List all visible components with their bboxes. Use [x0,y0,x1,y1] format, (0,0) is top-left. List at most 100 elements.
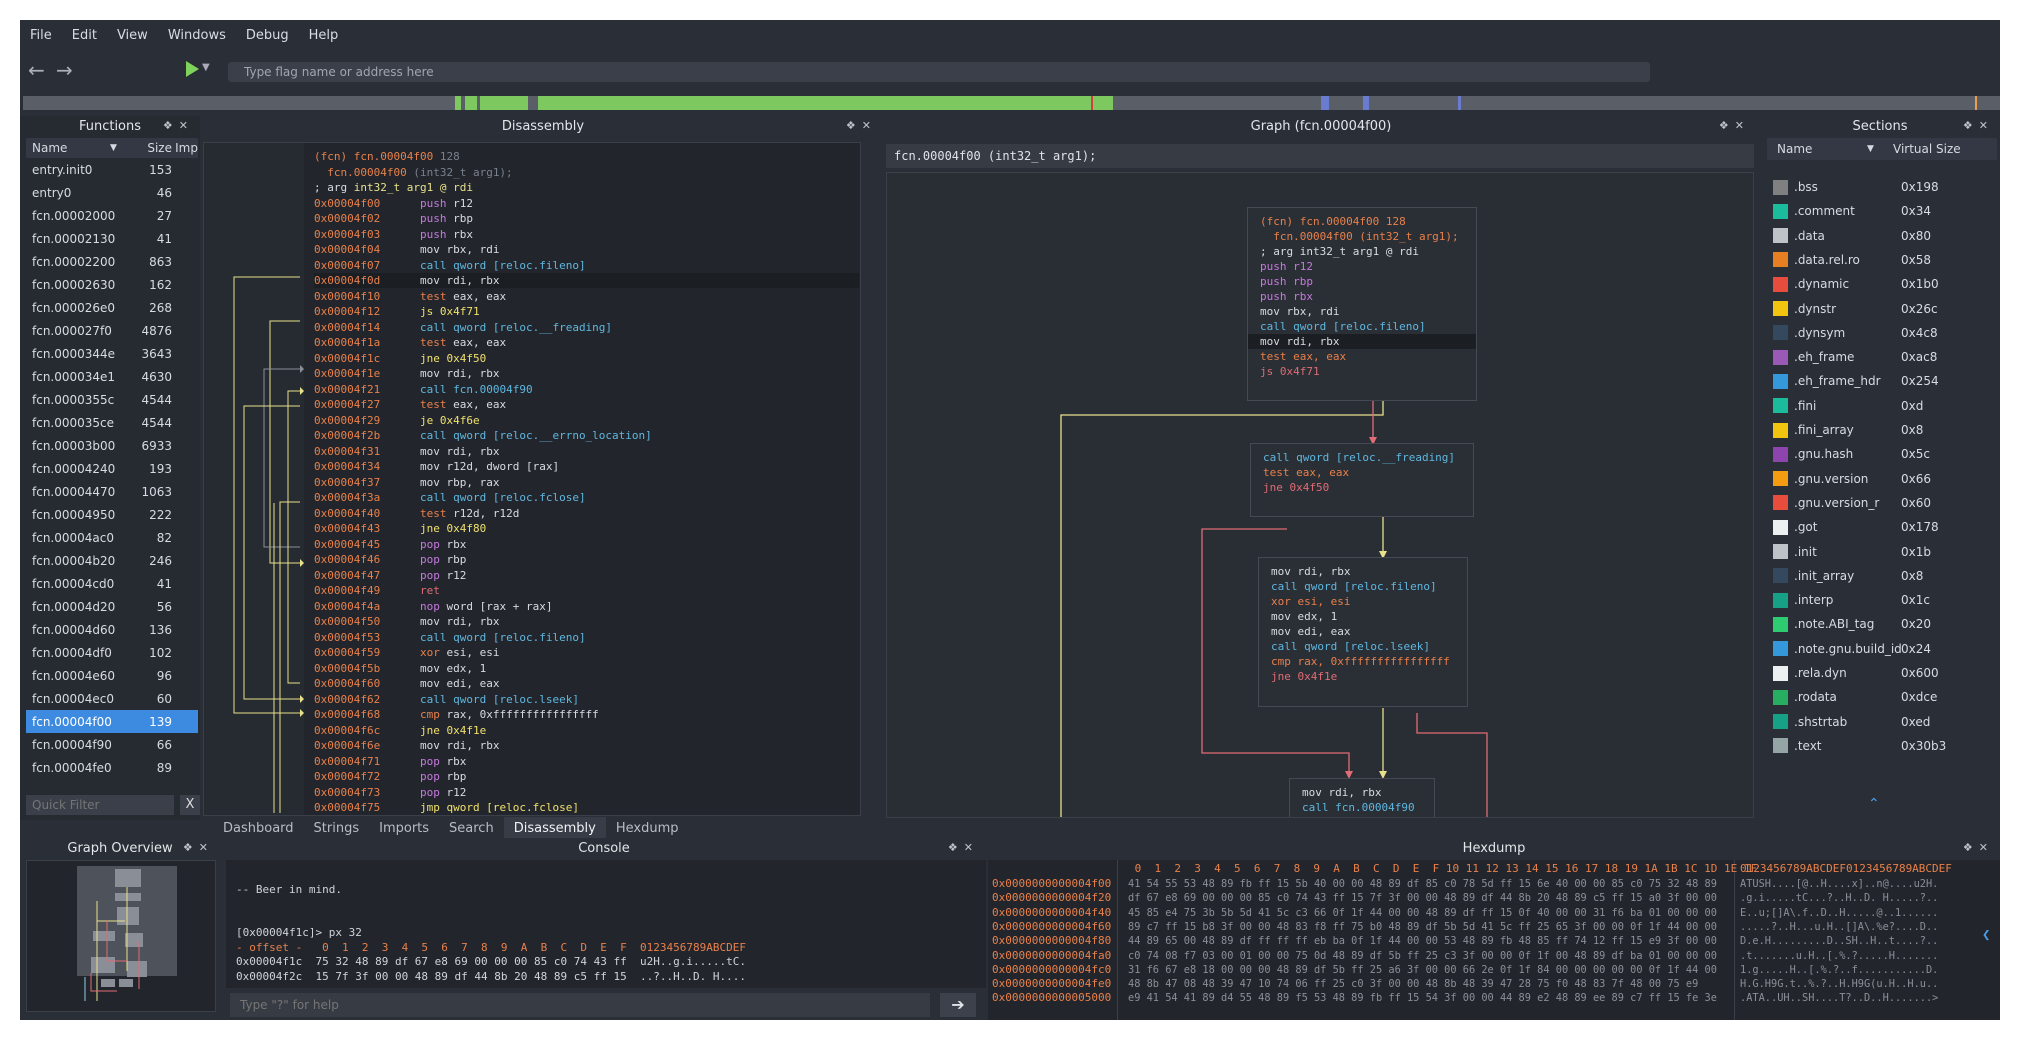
disasm-line[interactable]: 0x00004f71 pop rbx [314,754,859,769]
hexdump-view[interactable]: 0 1 2 3 4 5 6 7 8 9 A B C D E F 10 11 12… [988,860,2000,1020]
disasm-line[interactable]: 0x00004f49 ret [314,583,859,598]
function-row[interactable]: fcn.00004d20 56 [26,595,198,618]
disasm-line[interactable]: 0x00004f6e mov rdi, rbx [314,738,859,753]
address[interactable]: 0x00004f02 [314,212,380,225]
function-row[interactable]: fcn.00004f00 139 [26,710,198,733]
section-row[interactable]: .fini 0xd [1773,394,1998,418]
function-row[interactable]: fcn.00004fe0 89 [26,756,198,779]
disasm-line[interactable]: fcn.00004f00 (int32_t arg1); [314,165,859,180]
address[interactable]: 0x00004f46 [314,553,380,566]
disasm-line[interactable]: 0x00004f62 call qword [reloc.lseek] [314,692,859,707]
disasm-line[interactable]: 0x00004f14 call qword [reloc.__freading] [314,320,859,335]
address[interactable]: 0x00004f71 [314,755,380,768]
tab-imports[interactable]: Imports [369,817,439,840]
function-row[interactable]: fcn.00004240 193 [26,457,198,480]
hex-bytes[interactable]: 45 85 e4 75 3b 5b 5d 41 5c c3 66 0f 1f 4… [1128,906,1717,920]
section-row[interactable]: .data 0x80 [1773,224,1998,248]
hex-ascii[interactable]: .....?..H...u.H..[]A\.%e?....D.. [1740,920,1938,934]
menu-windows[interactable]: Windows [158,28,236,43]
address[interactable]: 0x00004f75 [314,801,380,814]
function-row[interactable]: fcn.00002200 863 [26,250,198,273]
disasm-line[interactable]: 0x00004f43 jne 0x4f80 [314,521,859,536]
address[interactable]: 0x00004f62 [314,693,380,706]
address[interactable]: 0x00004f14 [314,321,380,334]
section-row[interactable]: .dynstr 0x26c [1773,297,1998,321]
chevron-down-icon[interactable]: ▼ [110,143,132,153]
hex-ascii[interactable]: ATUSH....[@..H....x]..n@....u2H. [1740,877,1938,891]
disasm-line[interactable]: 0x00004f46 pop rbp [314,552,859,567]
disasm-line[interactable]: 0x00004f73 pop r12 [314,785,859,800]
address[interactable]: 0x00004f40 [314,507,380,520]
col-size[interactable]: Size [132,141,172,155]
disasm-line[interactable]: 0x00004f37 mov rbp, rax [314,475,859,490]
address[interactable]: 0x00004f60 [314,677,380,690]
disasm-line[interactable]: 0x00004f60 mov edi, eax [314,676,859,691]
chevron-down-icon[interactable]: ▼ [1867,144,1893,154]
clear-filter-button[interactable]: X [180,795,200,815]
section-row[interactable]: .dynamic 0x1b0 [1773,272,1998,296]
hex-address[interactable]: 0x0000000000004fe0 [992,977,1111,991]
address[interactable]: 0x00004f37 [314,476,380,489]
section-row[interactable]: .init 0x1b [1773,540,1998,564]
section-row[interactable]: .gnu.version_r 0x60 [1773,491,1998,515]
graph-block-entry[interactable]: (fcn) fcn.00004f00 128 fcn.00004f00 (int… [1247,207,1477,401]
hex-ascii[interactable]: E..u;[]A\.f..D..H.....@..1...... [1740,906,1938,920]
section-row[interactable]: .eh_frame_hdr 0x254 [1773,369,1998,393]
tab-dashboard[interactable]: Dashboard [213,817,304,840]
section-row[interactable]: .data.rel.ro 0x58 [1773,248,1998,272]
hex-address[interactable]: 0x0000000000004f20 [992,891,1111,905]
address[interactable]: 0x00004f59 [314,646,380,659]
col-imp[interactable]: Imp [172,141,198,155]
dock-controls[interactable]: ❖✕ [1719,119,1750,132]
section-row[interactable]: .note.gnu.build_id 0x24 [1773,637,1998,661]
hex-ascii[interactable]: D.e.H.........D..SH..H..t....?.. [1740,934,1938,948]
graph-block-freading[interactable]: call qword [reloc.__freading] test eax, e… [1250,443,1474,517]
hex-ascii[interactable]: H.G.H9G.t..%.?..H.H9G(u.H..H.u.. [1740,977,1938,991]
address[interactable]: 0x00004f27 [314,398,380,411]
dock-controls[interactable]: ❖✕ [948,841,979,854]
address[interactable]: 0x00004f43 [314,522,380,535]
hex-address[interactable]: 0x0000000000004f80 [992,934,1111,948]
function-row[interactable]: fcn.00004ac0 82 [26,526,198,549]
address[interactable]: 0x00004f07 [314,259,380,272]
disasm-line[interactable]: 0x00004f40 test r12d, r12d [314,506,859,521]
address[interactable]: 0x00004f45 [314,538,380,551]
hex-address[interactable]: 0x0000000000004fa0 [992,949,1111,963]
console-output[interactable]: -- Beer in mind. [0x00004f1c]> px 32- off… [226,860,986,988]
address[interactable]: 0x00004f12 [314,305,380,318]
section-row[interactable]: .gnu.version 0x66 [1773,467,1998,491]
tab-hexdump[interactable]: Hexdump [606,817,689,840]
hex-ascii[interactable]: .g.i.....tC...?..H..D. H.....?.. [1740,891,1938,905]
address[interactable]: 0x00004f04 [314,243,380,256]
disasm-line[interactable]: 0x00004f6c jne 0x4f1e [314,723,859,738]
address[interactable]: 0x00004f10 [314,290,380,303]
flag-address-input[interactable] [228,62,1650,82]
function-row[interactable]: fcn.00004950 222 [26,503,198,526]
disasm-line[interactable]: 0x00004f5b mov edx, 1 [314,661,859,676]
disasm-line[interactable]: 0x00004f0d mov rdi, rbx [314,273,859,288]
address[interactable]: 0x00004f31 [314,445,380,458]
hex-bytes[interactable]: 48 8b 47 08 48 39 47 10 74 06 ff 25 c0 3… [1128,977,1698,991]
address[interactable]: 0x00004f72 [314,770,380,783]
hex-address[interactable]: 0x0000000000005000 [992,991,1111,1005]
menu-file[interactable]: File [20,28,62,43]
address[interactable]: 0x00004f53 [314,631,380,644]
disasm-line[interactable]: 0x00004f72 pop rbp [314,769,859,784]
section-row[interactable]: .fini_array 0x8 [1773,418,1998,442]
function-row[interactable]: fcn.000035ce 4544 [26,411,198,434]
section-row[interactable]: .rela.dyn 0x600 [1773,661,1998,685]
address[interactable]: 0x00004f49 [314,584,380,597]
function-row[interactable]: entry0 46 [26,181,198,204]
dock-controls[interactable]: ❖✕ [1963,119,1994,132]
function-row[interactable]: fcn.00002630 162 [26,273,198,296]
section-row[interactable]: .got 0x178 [1773,515,1998,539]
address[interactable]: 0x00004f0d [314,274,380,287]
function-row[interactable]: entry.init0 153 [26,158,198,181]
hex-address[interactable]: 0x0000000000004f00 [992,877,1111,891]
disasm-line[interactable]: (fcn) fcn.00004f00 128 [314,149,859,164]
function-row[interactable]: fcn.00003b00 6933 [26,434,198,457]
address[interactable]: 0x00004f6c [314,724,380,737]
disasm-line[interactable]: 0x00004f03 push rbx [314,227,859,242]
hex-ascii[interactable]: 1.g.....H..[.%.?..f...........D. [1740,963,1938,977]
section-row[interactable]: .comment 0x34 [1773,199,1998,223]
